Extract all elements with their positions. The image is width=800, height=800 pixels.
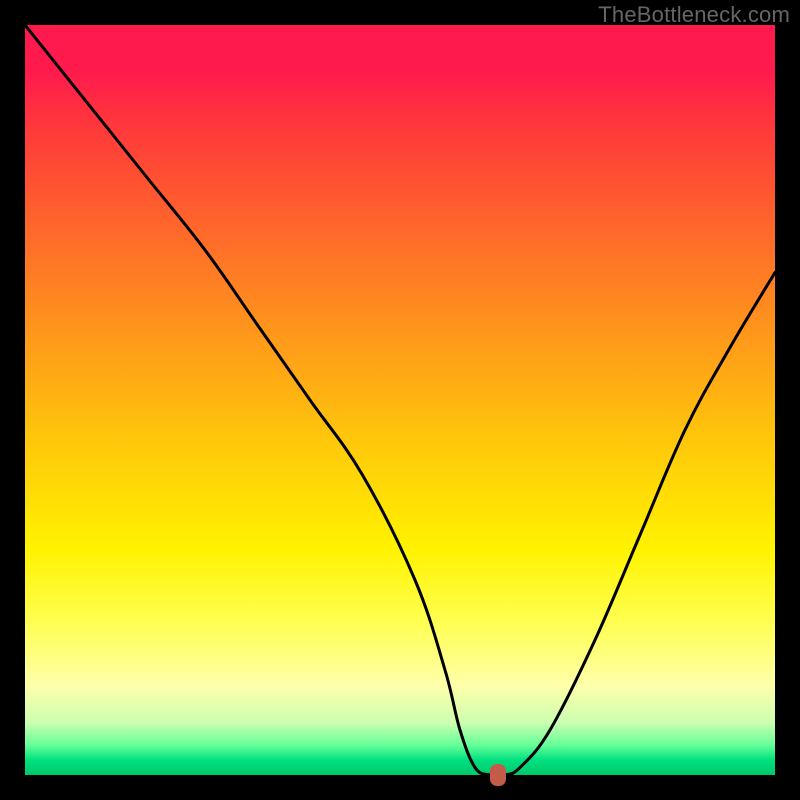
watermark-text: TheBottleneck.com: [598, 2, 790, 28]
bottleneck-curve: [25, 25, 775, 775]
optimal-point-marker: [490, 764, 506, 786]
plot-area: [25, 25, 775, 775]
chart-frame: TheBottleneck.com: [0, 0, 800, 800]
